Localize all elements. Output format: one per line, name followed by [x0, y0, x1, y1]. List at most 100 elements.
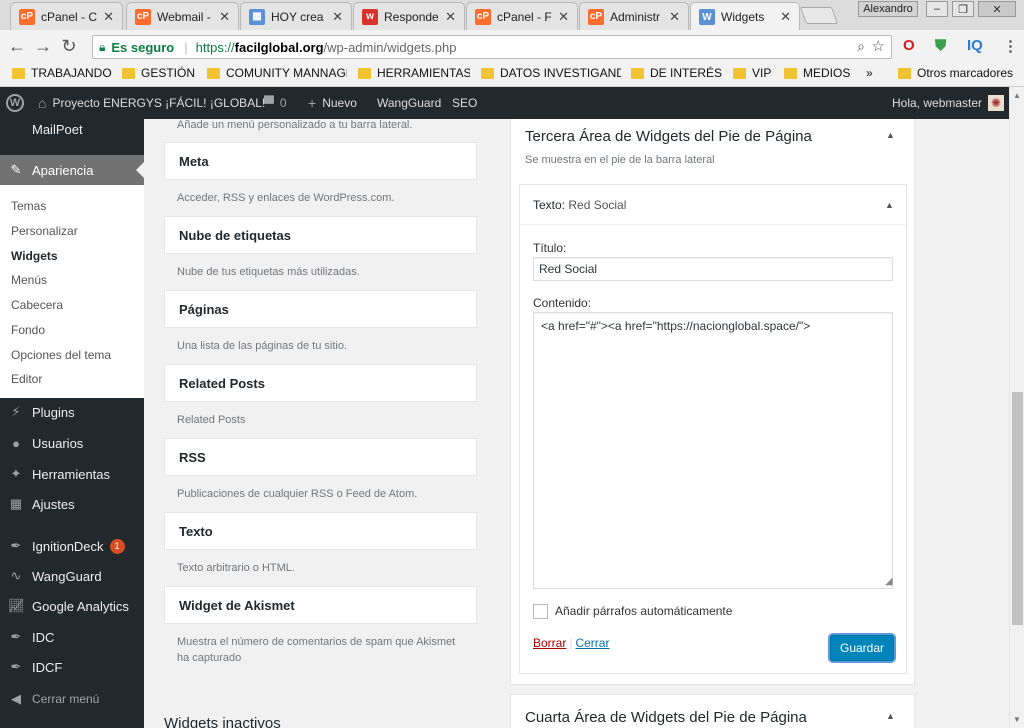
sidebar-area-title[interactable]: Tercera Área de Widgets del Pie de Págin…	[525, 128, 812, 145]
submenu-menus[interactable]: Menús	[11, 273, 47, 287]
wangguard-link[interactable]: WangGuard	[377, 87, 441, 119]
menu-icon[interactable]: ⋮	[1003, 37, 1018, 55]
title-label: Título:	[533, 241, 567, 255]
bookmark-folder[interactable]: VIP	[733, 66, 773, 80]
sidebar-item-usuarios[interactable]: ● Usuarios	[0, 433, 144, 453]
tab-responde[interactable]: w Responde ✕	[353, 2, 465, 30]
sidebar-area-title[interactable]: Cuarta Área de Widgets del Pie de Página	[525, 709, 807, 726]
tab-administrador[interactable]: cP Administr ✕	[579, 2, 689, 30]
close-icon[interactable]: ✕	[103, 9, 114, 25]
close-icon[interactable]: ✕	[780, 9, 791, 25]
update-badge: 1	[109, 538, 125, 554]
sidebar-item-idcf[interactable]: ✒ IDCF	[0, 657, 144, 677]
sidebar-item-plugins[interactable]: ⚡︎ Plugins	[0, 402, 144, 422]
sidebar-item-ignitiondeck[interactable]: ✒ IgnitionDeck 1	[0, 536, 144, 556]
available-widget-akismet[interactable]: Widget de Akismet	[164, 586, 477, 624]
bookmark-folder[interactable]: HERRAMIENTAS	[358, 66, 470, 80]
scroll-down-icon[interactable]: ▼	[1013, 715, 1021, 724]
close-icon[interactable]: ✕	[558, 9, 569, 25]
submenu-personalizar[interactable]: Personalizar	[11, 224, 78, 238]
sidebar-item-google-analytics[interactable]: 📈︎ Google Analytics	[0, 596, 144, 616]
collapse-arrow-icon[interactable]: ▲	[886, 130, 895, 140]
account-link[interactable]: Hola, webmaster ✺	[892, 87, 1005, 119]
maximize-button[interactable]: ❐	[952, 1, 974, 17]
collapse-arrow-icon[interactable]: ▲	[886, 711, 895, 721]
widget-description: Texto arbitrario o HTML.	[177, 562, 295, 574]
back-arrow-icon[interactable]: ←	[4, 36, 30, 57]
available-widget-related-posts[interactable]: Related Posts	[164, 364, 477, 402]
sidebar-item-herramientas[interactable]: ✦ Herramientas	[0, 464, 144, 484]
comments-link[interactable]: ▀ 0	[264, 87, 287, 119]
sidebar-item-idc[interactable]: ✒ IDC	[0, 627, 144, 647]
collapse-menu-button[interactable]: ◀ Cerrar menú	[0, 689, 144, 709]
new-tab-button[interactable]	[799, 7, 839, 24]
tab-hoy-crea[interactable]: ▦ HOY crea ✕	[240, 2, 352, 30]
admin-sidebar: MailPoet ✎ Apariencia Temas Personalizar …	[0, 119, 144, 728]
bookmark-folder[interactable]: DATOS INVESTIGANDO	[481, 66, 621, 80]
opera-icon[interactable]: O	[903, 37, 915, 54]
sidebar-item-mailpoet[interactable]: MailPoet	[0, 119, 144, 139]
shield-icon[interactable]: ⛊	[935, 37, 946, 54]
address-bar[interactable]: 🔒︎ Es seguro | https://facilglobal.org/w…	[92, 35, 892, 59]
bookmarks-more-button[interactable]: »	[866, 66, 882, 80]
page-scrollbar[interactable]: ▲ ▼	[1009, 87, 1024, 728]
close-icon[interactable]: ✕	[669, 9, 680, 25]
cpanel-icon: cP	[19, 8, 35, 25]
available-widget-rss[interactable]: RSS	[164, 438, 477, 476]
folder-icon	[12, 67, 25, 79]
zoom-icon[interactable]: ⌕	[857, 38, 865, 55]
bookmark-folder[interactable]: TRABAJANDO	[12, 66, 112, 80]
site-name-link[interactable]: ⌂ Proyecto ENERGYS ¡FÁCIL! ¡GLOBAL!	[38, 87, 265, 119]
folder-icon	[122, 67, 135, 79]
new-content-link[interactable]: + Nuevo	[308, 87, 357, 119]
reload-icon[interactable]: ↻	[56, 36, 82, 57]
scrollbar-thumb[interactable]	[1012, 392, 1023, 625]
submenu-fondo[interactable]: Fondo	[11, 323, 45, 337]
available-widget-nube-etiquetas[interactable]: Nube de etiquetas	[164, 216, 477, 254]
scroll-up-icon[interactable]: ▲	[1013, 91, 1021, 100]
sidebar-item-apariencia[interactable]: ✎ Apariencia	[0, 155, 144, 185]
available-widget-paginas[interactable]: Páginas	[164, 290, 477, 328]
close-window-button[interactable]: ✕	[978, 1, 1016, 17]
tab-webmail[interactable]: cP Webmail - ✕	[126, 2, 239, 30]
title-input[interactable]: Red Social	[533, 257, 893, 281]
close-icon[interactable]: ✕	[445, 9, 456, 25]
profile-user-button[interactable]: Alexandro	[858, 1, 918, 17]
content-textarea[interactable]: <a href="#"><a href="https://naciongloba…	[533, 312, 893, 589]
forward-arrow-icon[interactable]: →	[30, 36, 56, 57]
sidebar-item-ajustes[interactable]: ▦ Ajustes	[0, 494, 144, 514]
minimize-button[interactable]: –	[926, 1, 948, 17]
iq-icon[interactable]: IQ	[967, 37, 983, 54]
submenu-temas[interactable]: Temas	[11, 199, 46, 213]
users-icon: ●	[12, 435, 20, 451]
close-icon[interactable]: ✕	[332, 9, 343, 25]
submenu-opciones-tema[interactable]: Opciones del tema	[11, 348, 111, 362]
sidebar-item-wangguard[interactable]: ∿ WangGuard	[0, 566, 144, 586]
available-widget-texto[interactable]: Texto	[164, 512, 477, 550]
w-icon: w	[362, 8, 378, 25]
wordpress-logo-icon[interactable]: W	[6, 87, 24, 119]
bookmark-folder[interactable]: GESTIÓN	[122, 66, 196, 80]
close-icon[interactable]: ✕	[219, 9, 230, 25]
autop-checkbox[interactable]	[533, 604, 548, 619]
bookmark-folder[interactable]: MEDIOS	[784, 66, 854, 80]
submenu-cabecera[interactable]: Cabecera	[11, 298, 63, 312]
close-link[interactable]: Cerrar	[575, 636, 609, 650]
bookmark-folder[interactable]: DE INTERÉS	[631, 66, 723, 80]
collapse-arrow-icon[interactable]: ▲	[885, 200, 894, 210]
available-widget-meta[interactable]: Meta	[164, 142, 477, 180]
submenu-editor[interactable]: Editor	[11, 372, 42, 386]
star-icon[interactable]: ☆	[872, 37, 885, 55]
resize-handle-icon[interactable]: ◢	[885, 576, 893, 587]
widget-header[interactable]: Texto: Red Social ▲	[520, 185, 906, 225]
tab-cpanel-1[interactable]: cP cPanel - C ✕	[10, 2, 123, 30]
seo-link[interactable]: SEO	[452, 87, 477, 119]
bookmark-folder[interactable]: COMUNITY MANNAGE	[207, 66, 347, 80]
feather-icon: ✒	[10, 538, 22, 553]
other-bookmarks[interactable]: Otros marcadores	[898, 66, 1014, 80]
save-button[interactable]: Guardar	[830, 635, 894, 661]
tab-widgets[interactable]: W Widgets ✕	[690, 2, 800, 31]
delete-link[interactable]: Borrar	[533, 636, 566, 650]
submenu-widgets[interactable]: Widgets	[11, 249, 58, 263]
tab-cpanel-2[interactable]: cP cPanel - F ✕	[466, 2, 578, 30]
